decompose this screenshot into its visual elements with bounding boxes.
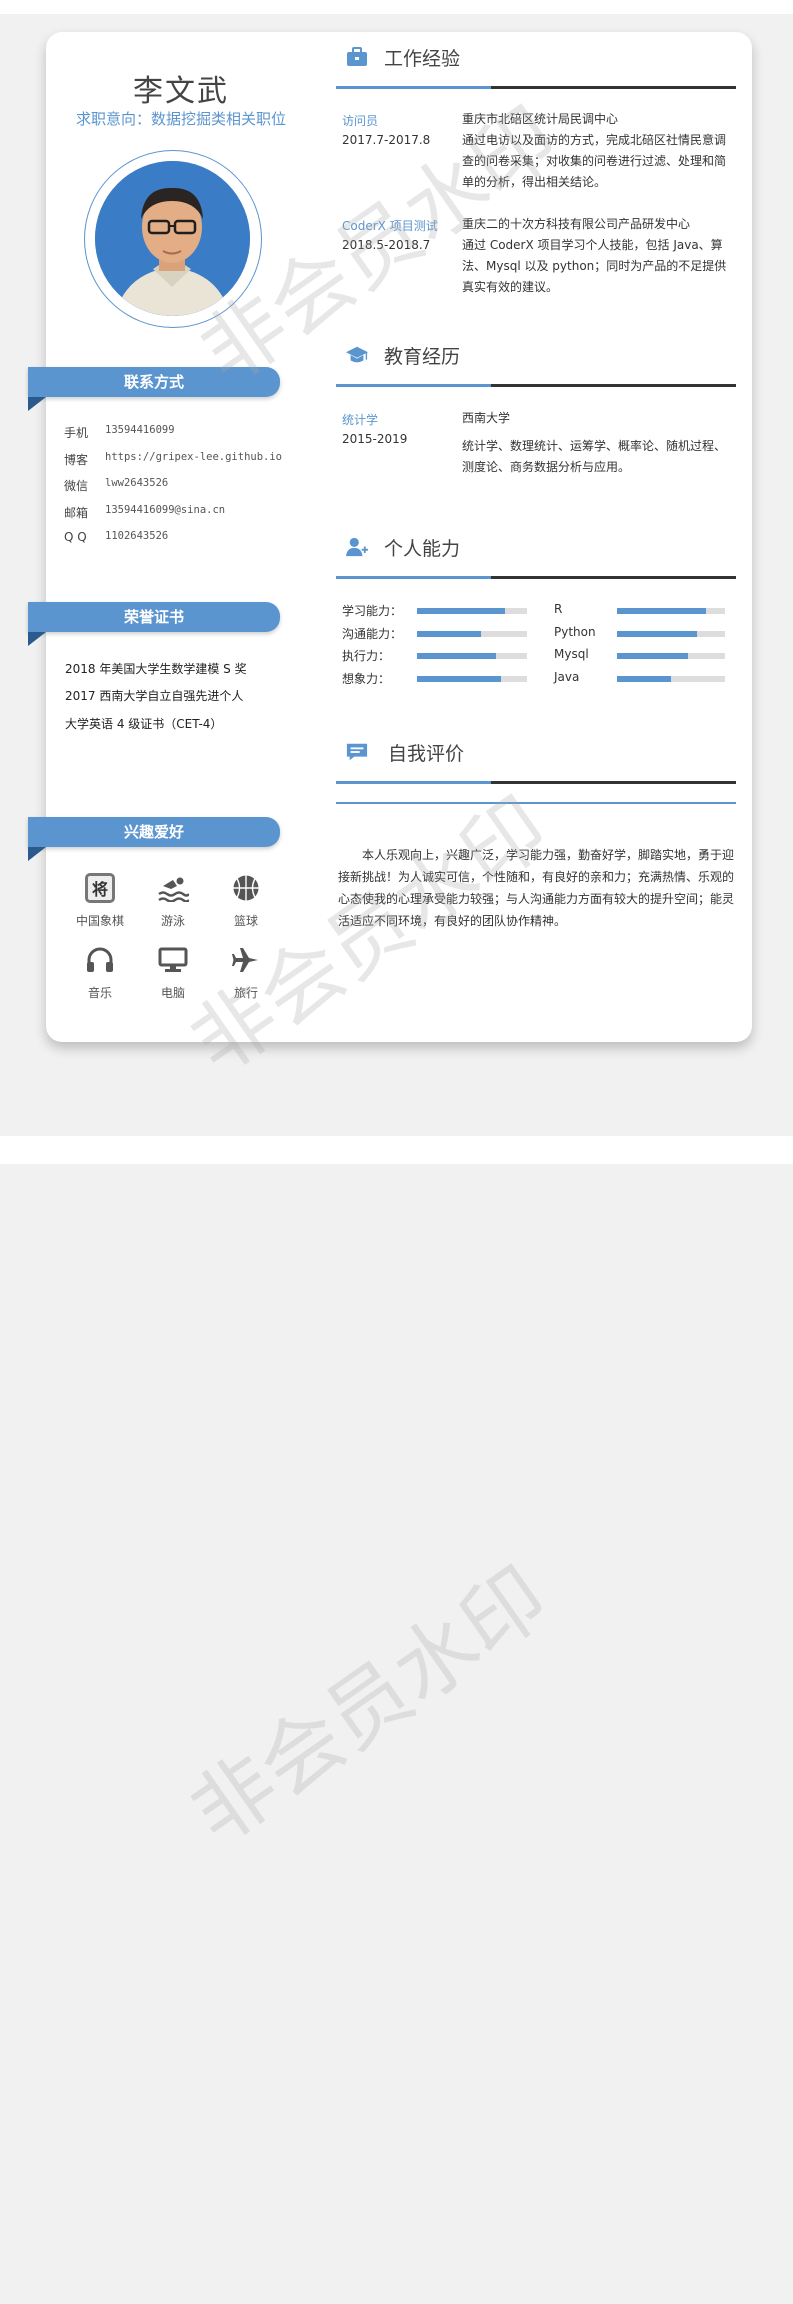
skill-bar — [617, 675, 725, 682]
edu-period: 2015-2019 — [342, 432, 408, 446]
self-eval-section-header: 自我评价 — [336, 727, 736, 787]
skills-section-header: 个人能力 — [336, 522, 736, 582]
candidate-name: 李文武 — [133, 74, 229, 109]
work-org: 重庆市北碚区统计局民调中心 — [462, 112, 619, 126]
skill-bar-fill — [617, 675, 671, 682]
honor-item: 2017 西南大学自立自强先进个人 — [65, 689, 244, 703]
self-eval-divider — [336, 802, 736, 804]
skill-label: 想象力： — [342, 671, 391, 686]
skill-label: 执行力： — [342, 649, 391, 663]
work-desc: 通过 CoderX 项目学习个人技能，包括 Java、算法、Mysql 以及 p… — [462, 238, 727, 294]
work-period: 2018.5-2018.7 — [342, 238, 431, 252]
skill-bar — [417, 675, 527, 682]
user-plus-icon — [346, 537, 368, 557]
work-role: CoderX 项目测试 — [342, 219, 438, 233]
computer-icon — [133, 944, 213, 976]
hobby-swimming: 游泳 — [133, 872, 213, 929]
skill-bar-fill — [417, 630, 481, 637]
briefcase-icon — [347, 47, 367, 66]
skill-bar — [417, 653, 527, 659]
section-title: 个人能力 — [384, 538, 461, 560]
job-intent: 求职意向：数据挖掘类相关职位 — [75, 110, 286, 128]
graduation-cap-icon — [346, 346, 368, 363]
avatar-ring — [84, 150, 262, 328]
skill-bar — [617, 608, 725, 614]
skill-bar — [417, 608, 527, 614]
swimming-icon — [133, 872, 213, 904]
skill-bar — [617, 653, 725, 659]
avatar — [95, 161, 250, 316]
contact-wechat: 微信 lww2643526 — [64, 477, 169, 493]
hobby-chess: 将 中国象棋 — [60, 872, 140, 929]
skill-bar-fill — [417, 675, 501, 682]
skill-bar — [417, 630, 527, 637]
hobby-music: 音乐 — [60, 944, 140, 1001]
work-org: 重庆二的十次方科技有限公司产品研发中心 — [462, 217, 691, 231]
resume-card: 李文武 求职意向：数据挖掘类相关职位 联系方式 手机 13594416099 博… — [28, 32, 752, 1042]
education-section-header: 教育经历 — [336, 330, 736, 390]
basketball-icon — [206, 872, 286, 904]
left-column: 李文武 求职意向：数据挖掘类相关职位 联系方式 手机 13594416099 博… — [28, 32, 316, 1042]
skill-bar-fill — [417, 608, 505, 614]
chat-icon — [346, 743, 368, 761]
skill-bar-fill — [417, 653, 496, 659]
honors-ribbon: 荣誉证书 — [28, 602, 280, 632]
contact-blog[interactable]: 博客 https://gripex-lee.github.io — [64, 451, 282, 468]
hobby-computer: 电脑 — [133, 944, 213, 1001]
work-role: 访问员 — [342, 114, 379, 128]
contact-phone: 手机 13594416099 — [64, 424, 175, 440]
ribbon-fold — [28, 397, 46, 411]
honor-item: 大学英语 4 级证书（CET-4） — [65, 717, 223, 731]
work-section-header: 工作经验 — [336, 32, 736, 92]
section-title: 自我评价 — [388, 743, 465, 765]
skill-label: R — [554, 602, 563, 616]
skill-label: 学习能力： — [342, 604, 403, 618]
skill-label: 沟通能力： — [342, 626, 403, 641]
airplane-icon — [206, 944, 286, 976]
watermark: 非会员水印 — [174, 1549, 565, 1863]
section-title: 教育经历 — [384, 346, 461, 368]
chess-icon: 将 — [60, 872, 140, 904]
skill-bar — [617, 630, 725, 637]
skill-label: Java — [554, 669, 580, 684]
hobby-basketball: 篮球 — [206, 872, 286, 929]
skill-bar-fill — [617, 608, 706, 614]
page-gap-band — [0, 1136, 793, 1164]
self-eval-text: 本人乐观向上，兴趣广泛，学习能力强，勤奋好学，脚踏实地，勇于迎接新挑战！为人诚实… — [338, 848, 735, 928]
headphones-icon — [60, 944, 140, 976]
contact-ribbon: 联系方式 — [28, 367, 280, 397]
edu-major: 统计学 — [342, 413, 379, 427]
ribbon-fold — [28, 632, 46, 646]
contact-qq: Q Q 1102643526 — [64, 530, 169, 544]
ribbon-fold — [28, 847, 46, 861]
skill-bar-fill — [617, 630, 697, 637]
section-title: 工作经验 — [384, 48, 461, 70]
hobby-travel: 旅行 — [206, 944, 286, 1001]
skill-label: Python — [554, 624, 596, 639]
work-desc: 通过电访以及面访的方式，完成北碚区社情民意调查的问卷采集；对收集的问卷进行过滤、… — [462, 133, 727, 189]
skill-bar-fill — [617, 653, 688, 659]
skill-label: Mysql — [554, 647, 589, 661]
edu-school: 西南大学 — [462, 411, 511, 425]
top-band — [0, 0, 793, 14]
right-column: 工作经验 访问员 2017.7-2017.8 重庆市北碚区统计局民调中心 通过电… — [336, 32, 736, 1042]
honor-item: 2018 年美国大学生数学建模 S 奖 — [65, 662, 247, 676]
work-period: 2017.7-2017.8 — [342, 133, 431, 147]
contact-email[interactable]: 邮箱 13594416099@sina.cn — [64, 504, 225, 521]
hobbies-ribbon: 兴趣爱好 — [28, 817, 280, 847]
edu-desc: 统计学、数理统计、运筹学、概率论、随机过程、测度论、商务数据分析与应用。 — [462, 439, 727, 474]
